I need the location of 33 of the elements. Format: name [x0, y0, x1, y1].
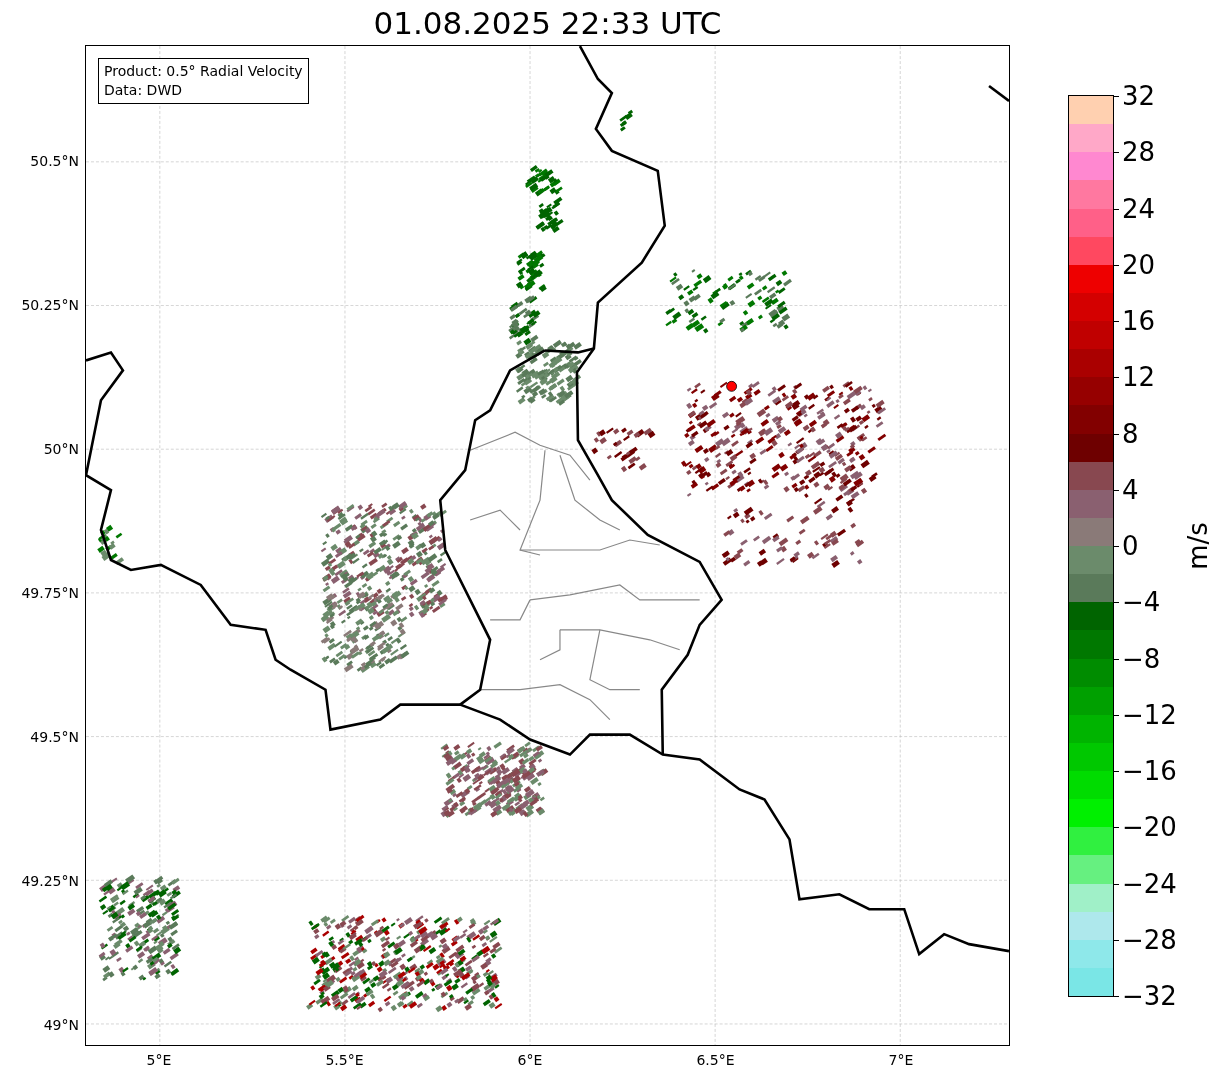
colorbar-tick-label: 4: [1122, 474, 1139, 505]
longitude-label: 5.5°E: [325, 1052, 364, 1068]
colorbar-tick-label: −20: [1122, 812, 1177, 843]
chart-title: 01.08.2025 22:33 UTC: [373, 4, 722, 41]
colorbar-tick-label: −8: [1122, 643, 1161, 674]
latitude-label: 50°N: [43, 441, 79, 457]
longitude-label: 5°E: [146, 1052, 172, 1068]
latitude-label: 49.75°N: [21, 585, 79, 601]
colorbar-tick-label: 16: [1122, 306, 1156, 336]
colorbar-tick-label: 32: [1122, 81, 1156, 111]
colorbar-tick-label: −24: [1122, 868, 1177, 899]
latitude-label: 50.5°N: [30, 153, 79, 169]
longitude-label: 6°E: [517, 1052, 543, 1068]
longitude-label: 6.5°E: [696, 1052, 735, 1068]
colorbar-tick-label: 0: [1122, 531, 1139, 561]
colorbar-tick-label: −28: [1122, 924, 1177, 955]
legend-text: Product: 0.5° Radial Velocity: [104, 62, 303, 81]
colorbar-tick-label: 24: [1122, 193, 1156, 224]
colorbar-label: m/s: [1182, 522, 1213, 570]
latitude-label: 49°N: [43, 1017, 79, 1033]
colorbar-tick-label: −32: [1122, 981, 1177, 1011]
latitude-label: 49.25°N: [21, 873, 79, 889]
latitude-label: 49.5°N: [30, 729, 79, 745]
colorbar-tick-label: 8: [1122, 418, 1139, 449]
longitude-label: 7°E: [888, 1052, 914, 1068]
legend-text: Data: DWD: [104, 81, 183, 100]
latitude-label: 50.25°N: [21, 297, 79, 313]
colorbar-tick-label: −16: [1122, 756, 1177, 786]
colorbar-tick-label: 28: [1122, 137, 1156, 168]
colorbar-tick-label: 20: [1122, 249, 1156, 280]
colorbar-tick-label: 12: [1122, 362, 1156, 393]
colorbar-tick-label: −4: [1122, 587, 1161, 618]
colorbar-tick-label: −12: [1122, 699, 1177, 730]
